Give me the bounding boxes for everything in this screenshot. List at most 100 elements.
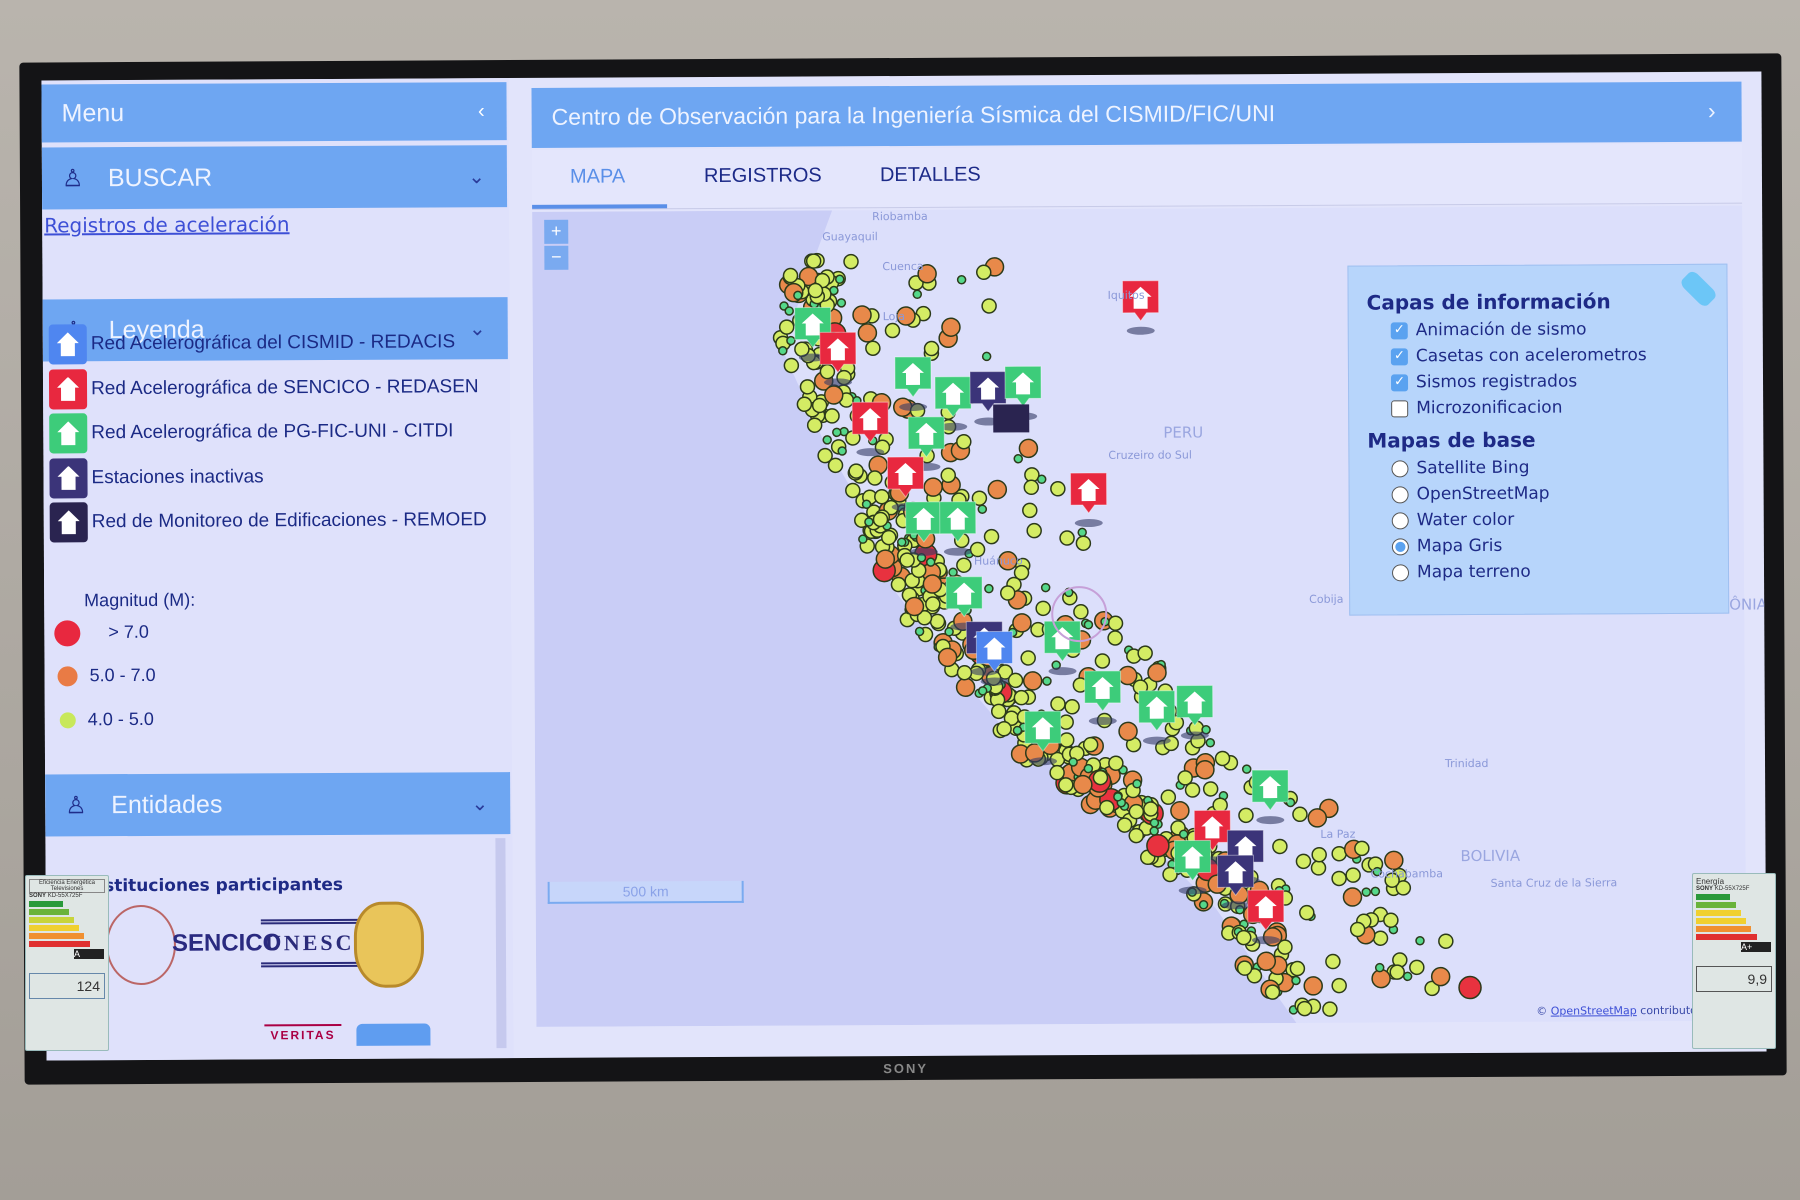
- earthquake-point[interactable]: [923, 477, 943, 497]
- earthquake-point[interactable]: [1235, 929, 1252, 946]
- earthquake-point[interactable]: [1160, 789, 1177, 805]
- earthquake-point[interactable]: [861, 499, 872, 509]
- earthquake-point[interactable]: [1013, 564, 1030, 581]
- earthquake-point[interactable]: [1137, 645, 1153, 661]
- earthquake-point[interactable]: [1178, 829, 1189, 839]
- basemap-option[interactable]: Satellite Bing: [1391, 457, 1709, 479]
- earthquake-point[interactable]: [987, 479, 1008, 500]
- earthquake-point[interactable]: [897, 537, 907, 547]
- earthquake-point[interactable]: [1132, 779, 1142, 789]
- earthquake-point[interactable]: [1073, 774, 1093, 795]
- earthquake-point[interactable]: [956, 557, 972, 573]
- scrollbar[interactable]: [495, 838, 507, 1049]
- earthquake-point[interactable]: [923, 340, 940, 357]
- earthquake-point[interactable]: [1415, 935, 1425, 946]
- earthquake-point[interactable]: [1322, 1001, 1338, 1017]
- earthquake-point[interactable]: [1083, 763, 1094, 774]
- earthquake-point[interactable]: [1256, 951, 1277, 972]
- earthquake-point[interactable]: [1310, 860, 1327, 876]
- radio[interactable]: [1391, 563, 1410, 581]
- earthquake-point[interactable]: [948, 567, 958, 578]
- earthquake-point[interactable]: [1022, 502, 1038, 519]
- earthquake-point[interactable]: [1354, 840, 1370, 857]
- earthquake-point[interactable]: [1307, 808, 1328, 828]
- earthquake-point[interactable]: [1214, 750, 1231, 767]
- earthquake-point[interactable]: [1272, 838, 1288, 855]
- earthquake-point[interactable]: [858, 534, 868, 544]
- chevron-right-icon[interactable]: ›: [1708, 98, 1716, 125]
- radio[interactable]: [1391, 511, 1409, 529]
- earthquake-point[interactable]: [1058, 777, 1074, 793]
- earthquake-point[interactable]: [786, 335, 796, 346]
- earthquake-point[interactable]: [976, 264, 992, 281]
- earthquake-point[interactable]: [1050, 481, 1066, 497]
- earthquake-point[interactable]: [941, 317, 961, 337]
- earthquake-point[interactable]: [1361, 887, 1372, 897]
- earthquake-point[interactable]: [1370, 886, 1381, 897]
- entidades-header[interactable]: ♙ Entidades ⌄: [45, 772, 511, 837]
- earthquake-point[interactable]: [1147, 662, 1167, 683]
- earthquake-point[interactable]: [937, 647, 958, 668]
- earthquake-point[interactable]: [956, 433, 972, 450]
- earthquake-point[interactable]: [1345, 867, 1361, 883]
- radio[interactable]: [1391, 459, 1409, 477]
- earthquake-point[interactable]: [1107, 630, 1123, 646]
- earthquake-point[interactable]: [1383, 912, 1399, 928]
- earthquake-point[interactable]: [940, 467, 956, 484]
- earthquake-point[interactable]: [999, 585, 1016, 601]
- earthquake-point[interactable]: [1035, 600, 1051, 617]
- osm-link[interactable]: OpenStreetMap: [1551, 1004, 1637, 1017]
- earthquake-point[interactable]: [832, 427, 842, 438]
- earthquake-point[interactable]: [843, 253, 859, 270]
- earthquake-point[interactable]: [1117, 665, 1138, 686]
- tab-mapa[interactable]: MAPA: [570, 165, 625, 188]
- earthquake-point[interactable]: [977, 504, 988, 514]
- tab-registros[interactable]: REGISTROS: [704, 164, 822, 188]
- earthquake-point[interactable]: [1146, 833, 1170, 858]
- earthquake-point[interactable]: [835, 274, 845, 285]
- earthquake-point[interactable]: [1264, 984, 1281, 1000]
- earthquake-point[interactable]: [1198, 900, 1209, 910]
- basemap-option[interactable]: Mapa terreno: [1391, 561, 1710, 583]
- basemap-option[interactable]: Water color: [1391, 509, 1710, 531]
- earthquake-point[interactable]: [983, 528, 1000, 545]
- earthquake-point[interactable]: [899, 552, 915, 568]
- basemap-option[interactable]: OpenStreetMap: [1391, 483, 1710, 505]
- earthquake-point[interactable]: [1042, 676, 1052, 686]
- earthquake-point[interactable]: [1202, 781, 1219, 797]
- radio[interactable]: [1391, 537, 1409, 555]
- buscar-header[interactable]: ♙ BUSCAR ⌄: [41, 145, 508, 210]
- earthquake-point[interactable]: [1026, 522, 1042, 539]
- earthquake-point[interactable]: [1077, 527, 1087, 538]
- checkbox[interactable]: ✓: [1390, 373, 1409, 391]
- checkbox[interactable]: ✓: [1390, 347, 1408, 365]
- earthquake-point[interactable]: [1094, 653, 1111, 669]
- earthquake-point[interactable]: [1064, 699, 1080, 715]
- earthquake-point[interactable]: [793, 290, 803, 301]
- earthquake-point[interactable]: [1058, 732, 1075, 748]
- earthquake-point[interactable]: [837, 446, 847, 456]
- earthquake-point[interactable]: [1107, 615, 1124, 632]
- earthquake-point[interactable]: [1118, 721, 1138, 742]
- earthquake-point[interactable]: [1083, 620, 1094, 630]
- earthquake-point[interactable]: [981, 351, 992, 362]
- earthquake-point[interactable]: [1049, 764, 1065, 781]
- earthquake-point[interactable]: [1236, 960, 1253, 976]
- earthquake-point[interactable]: [955, 677, 976, 697]
- earthquake-point[interactable]: [1331, 870, 1347, 887]
- earthquake-point[interactable]: [1113, 792, 1123, 802]
- earthquake-point[interactable]: [944, 627, 954, 637]
- zoom-in-button[interactable]: +: [544, 219, 569, 244]
- building-marker[interactable]: [993, 404, 1030, 433]
- earthquake-point[interactable]: [990, 703, 1007, 720]
- earthquake-point[interactable]: [1007, 672, 1024, 689]
- earthquake-point[interactable]: [881, 529, 897, 546]
- tab-detalles[interactable]: DETALLES: [880, 164, 981, 188]
- earthquake-point[interactable]: [783, 357, 800, 374]
- earthquake-point[interactable]: [1013, 689, 1030, 706]
- earthquake-point[interactable]: [845, 482, 861, 499]
- earthquake-point[interactable]: [1092, 769, 1109, 786]
- earthquake-point[interactable]: [1082, 736, 1099, 753]
- earthquake-point[interactable]: [1409, 959, 1425, 976]
- earthquake-point[interactable]: [1325, 953, 1341, 970]
